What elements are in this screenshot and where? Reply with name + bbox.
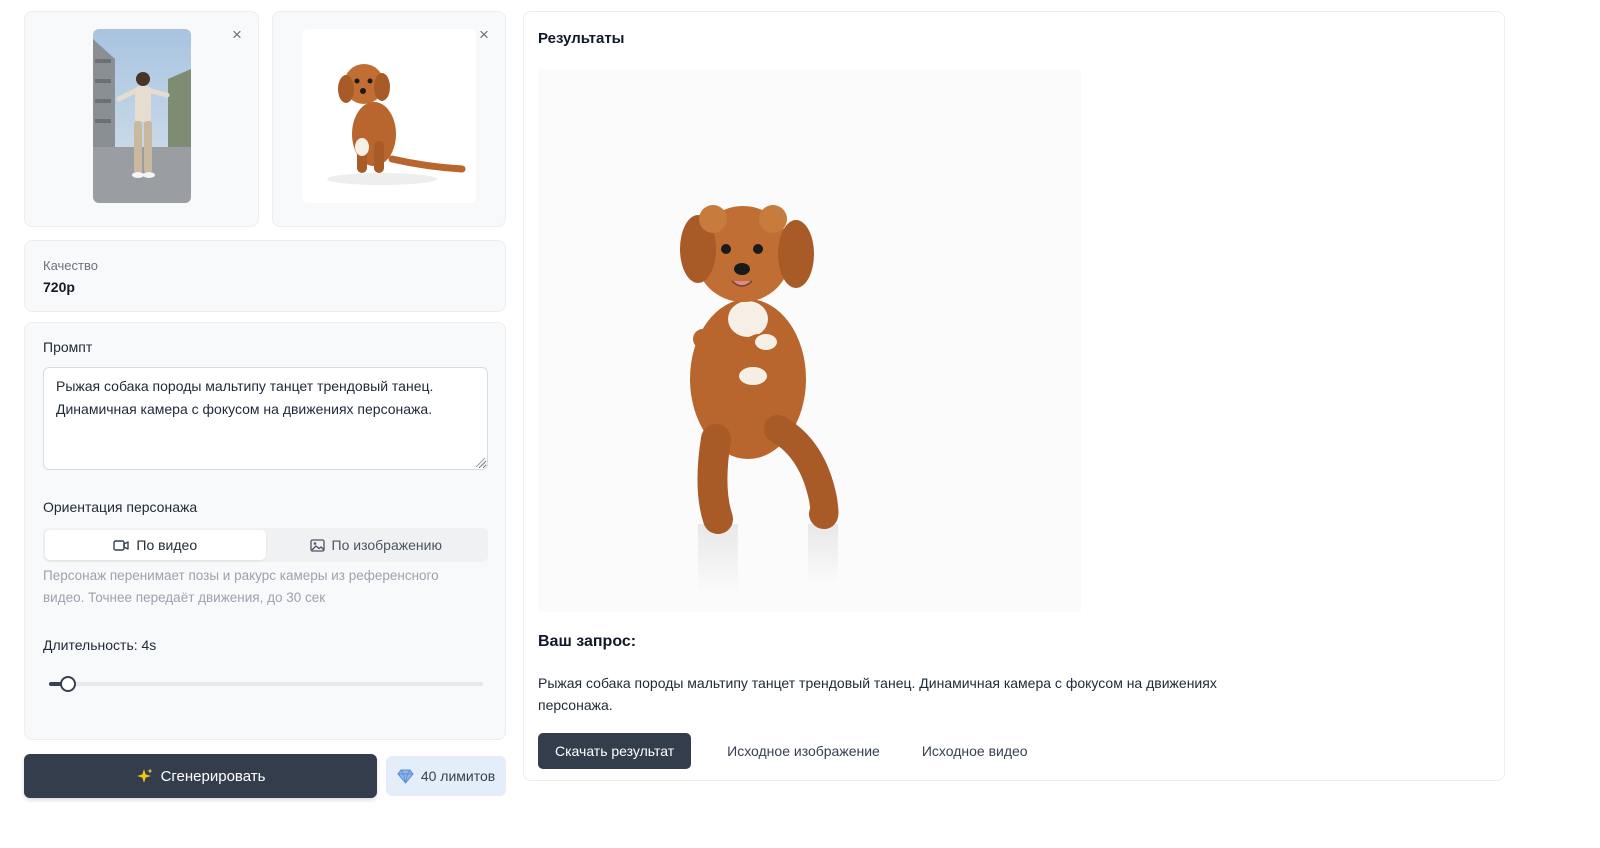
quality-label: Качество [43, 258, 98, 273]
generate-button[interactable]: Сгенерировать [24, 754, 377, 798]
result-actions: Скачать результат Исходное изображение И… [538, 733, 1038, 769]
request-title: Ваш запрос: [538, 633, 637, 650]
result-video[interactable] [538, 69, 1081, 612]
prompt-textarea[interactable]: Рыжая собака породы мальтипу танцет трен… [43, 367, 488, 470]
source-image-button[interactable]: Исходное изображение [717, 743, 890, 759]
generate-button-label: Сгенерировать [160, 767, 266, 785]
image-thumbnail [302, 29, 476, 203]
orientation-option-image-label: По изображению [331, 537, 442, 553]
results-panel: Результаты Ваш запрос: Рыжая собака поро… [523, 11, 1505, 781]
resize-grip[interactable] [476, 458, 485, 467]
quality-value: 720p [43, 279, 75, 295]
settings-card: Промпт Рыжая собака породы мальтипу танц… [24, 322, 506, 740]
duration-slider[interactable] [49, 676, 483, 692]
remove-video-button[interactable]: × [228, 25, 246, 43]
orientation-label: Ориентация персонажа [43, 499, 198, 515]
quality-card[interactable]: Качество 720p [24, 240, 506, 312]
diamond-icon [397, 769, 414, 784]
sparkles-icon [136, 768, 153, 783]
orientation-option-image[interactable]: По изображению [266, 530, 487, 560]
results-title: Результаты [538, 30, 625, 47]
image-icon [309, 538, 325, 552]
orientation-option-video[interactable]: По видео [45, 530, 266, 560]
upload-card-image[interactable]: × [272, 11, 506, 227]
remove-image-button[interactable]: × [475, 25, 493, 43]
prompt-label: Промпт [43, 339, 93, 355]
upload-card-video[interactable]: × [24, 11, 259, 227]
request-text: Рыжая собака породы мальтипу танцет трен… [538, 675, 1217, 713]
limits-label: 40 лимитов [420, 768, 496, 784]
video-thumbnail [93, 29, 191, 203]
orientation-toggle: По видео По изображению [43, 528, 488, 562]
download-result-button[interactable]: Скачать результат [538, 733, 692, 769]
orientation-hint: Персонаж перенимает позы и ракурс камеры… [43, 568, 439, 605]
orientation-option-video-label: По видео [136, 537, 198, 553]
duration-label: Длительность: 4s [43, 637, 157, 653]
duration-slider-thumb[interactable] [60, 676, 77, 692]
video-icon [113, 539, 130, 551]
limits-badge: 40 лимитов [386, 756, 506, 796]
source-video-button[interactable]: Исходное видео [912, 743, 1038, 759]
